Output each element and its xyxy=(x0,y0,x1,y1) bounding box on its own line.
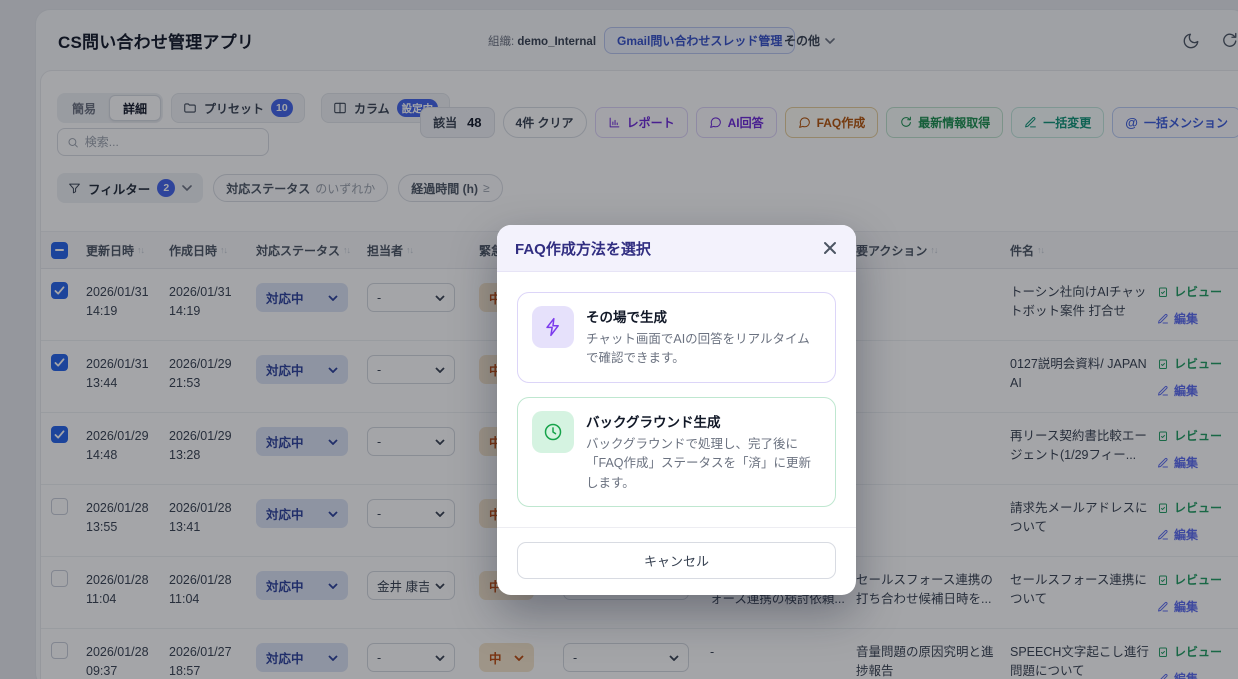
option-generate-background[interactable]: バックグラウンド生成 バックグラウンドで処理し、完了後に「FAQ作成」ステータス… xyxy=(517,397,836,507)
option-title: バックグラウンド生成 xyxy=(586,411,821,431)
option-description: バックグラウンドで処理し、完了後に「FAQ作成」ステータスを「済」に更新します。 xyxy=(586,435,821,493)
option-description: チャット画面でAIの回答をリアルタイムで確認できます。 xyxy=(586,330,821,369)
modal-footer: キャンセル xyxy=(497,527,856,595)
option-title: その場で生成 xyxy=(586,306,821,326)
modal-title: FAQ作成方法を選択 xyxy=(515,238,651,259)
faq-method-modal: FAQ作成方法を選択 その場で生成 チャット画面でAIの回答をリアルタイムで確認… xyxy=(497,225,856,595)
cancel-button[interactable]: キャンセル xyxy=(517,542,836,579)
modal-header: FAQ作成方法を選択 xyxy=(497,225,856,272)
close-icon[interactable] xyxy=(822,240,838,256)
clock-icon xyxy=(532,411,574,453)
lightning-icon xyxy=(532,306,574,348)
modal-body: その場で生成 チャット画面でAIの回答をリアルタイムで確認できます。 バックグラ… xyxy=(497,272,856,527)
option-generate-inline[interactable]: その場で生成 チャット画面でAIの回答をリアルタイムで確認できます。 xyxy=(517,292,836,383)
